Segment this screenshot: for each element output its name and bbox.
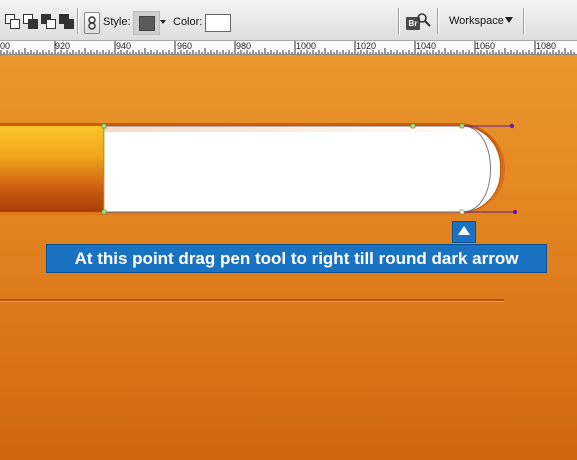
style-dropdown-arrow-icon[interactable] bbox=[160, 20, 166, 24]
ruler-label: 1040 bbox=[416, 41, 437, 51]
toolbar-divider bbox=[437, 8, 439, 34]
instruction-callout: At this point drag pen tool to right til… bbox=[46, 244, 547, 273]
anchor-point[interactable] bbox=[459, 209, 465, 215]
ruler-label: 00 bbox=[0, 41, 11, 51]
new-shape-layer-icon[interactable] bbox=[4, 13, 20, 29]
pointer-arrow-marker bbox=[452, 221, 476, 243]
ruler-label: 920 bbox=[55, 41, 71, 51]
ruler-label: 1080 bbox=[536, 41, 557, 51]
intersect-shape-area-icon[interactable] bbox=[58, 13, 74, 29]
horizontal-divider bbox=[0, 299, 504, 302]
anchor-point[interactable] bbox=[101, 123, 107, 129]
anchor-point[interactable] bbox=[101, 209, 107, 215]
add-to-shape-area-icon[interactable] bbox=[22, 13, 38, 29]
ruler-label: 1000 bbox=[296, 41, 317, 51]
color-label: Color: bbox=[173, 16, 203, 28]
subtract-shape-area-icon[interactable] bbox=[40, 13, 56, 29]
anchor-point[interactable] bbox=[459, 123, 465, 129]
horizontal-ruler[interactable]: 00 920 940 960 980 1000 1020 1040 1060 1… bbox=[0, 41, 577, 55]
chain-link-icon bbox=[88, 16, 96, 30]
anchor-point[interactable] bbox=[410, 123, 416, 129]
style-label: Style: bbox=[103, 16, 131, 28]
toolbar-divider bbox=[523, 8, 525, 34]
ruler-label: 1020 bbox=[356, 41, 377, 51]
toolbar-divider bbox=[77, 8, 79, 34]
toolbar-divider bbox=[398, 8, 400, 34]
up-arrow-icon bbox=[458, 226, 470, 235]
direction-handle-point[interactable] bbox=[509, 123, 515, 129]
direction-handle-point[interactable] bbox=[512, 209, 518, 215]
style-picker-button[interactable] bbox=[133, 11, 160, 35]
ruler-label: 960 bbox=[177, 41, 193, 51]
magnifier-icon bbox=[417, 13, 431, 27]
ruler-label: 940 bbox=[116, 41, 132, 51]
ruler-label: 980 bbox=[236, 41, 252, 51]
document-canvas[interactable]: At this point drag pen tool to right til… bbox=[0, 55, 577, 460]
options-bar: Style: Color: Br Workspace bbox=[0, 0, 577, 41]
bridge-button[interactable]: Br bbox=[406, 12, 432, 32]
ruler-label: 1060 bbox=[475, 41, 496, 51]
workspace-dropdown-arrow-icon[interactable] bbox=[505, 17, 513, 23]
color-swatch[interactable] bbox=[205, 14, 231, 32]
workspace-menu[interactable]: Workspace bbox=[449, 15, 504, 27]
link-layer-style-button[interactable] bbox=[84, 12, 100, 34]
